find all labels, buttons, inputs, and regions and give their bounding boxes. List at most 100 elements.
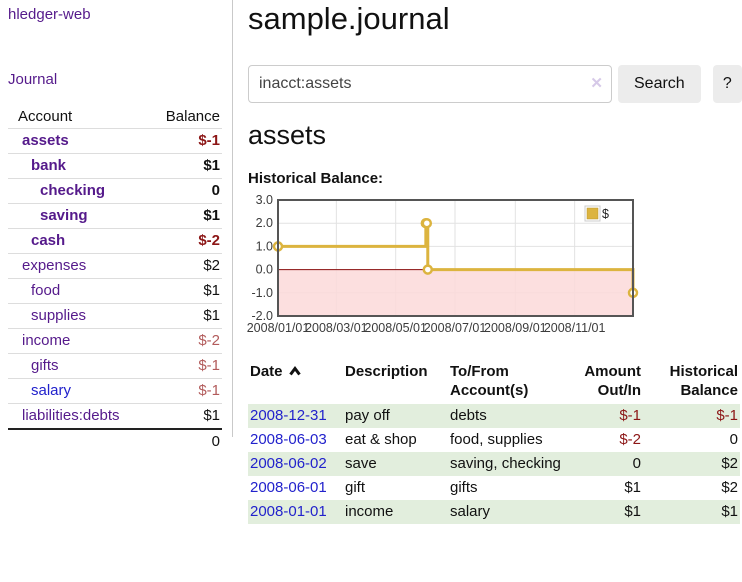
- account-balance: $-2: [143, 229, 222, 254]
- historical-balance-chart: $3.02.01.00.0-1.0-2.02008/01/012008/03/0…: [248, 198, 648, 344]
- register-date-cell: 2008-12-31: [248, 404, 343, 428]
- register-header-balance: Historical Balance: [643, 360, 740, 404]
- sort-ascending-icon: [288, 365, 302, 377]
- account-balance: $1: [143, 279, 222, 304]
- register-balance-cell: $1: [643, 500, 740, 524]
- date-link[interactable]: 2008-12-31: [250, 407, 327, 424]
- accounts-total-row: 0: [8, 429, 222, 454]
- account-link[interactable]: food: [31, 282, 60, 299]
- svg-text:2008/07/01: 2008/07/01: [424, 321, 487, 335]
- svg-text:2008/09/01: 2008/09/01: [484, 321, 547, 335]
- register-header-description: Description: [343, 360, 448, 404]
- account-row: salary $-1: [8, 379, 222, 404]
- register-table: Date Description To/From Account(s) Amou…: [248, 360, 740, 524]
- account-link[interactable]: liabilities:debts: [22, 407, 120, 424]
- account-balance: 0: [143, 179, 222, 204]
- account-link[interactable]: gifts: [31, 357, 59, 374]
- account-balance: $-1: [143, 379, 222, 404]
- app-title-link[interactable]: hledger-web: [8, 6, 91, 23]
- svg-text:0.0: 0.0: [256, 263, 273, 277]
- accounts-header-row: Account Balance: [8, 105, 222, 129]
- account-link[interactable]: checking: [40, 182, 105, 199]
- register-amount-cell: $1: [573, 500, 643, 524]
- register-row[interactable]: 2008-06-02savesaving, checking0$2: [248, 452, 740, 476]
- search-input[interactable]: [248, 65, 612, 103]
- register-balance-cell: $2: [643, 452, 740, 476]
- accounts-header-balance: Balance: [143, 105, 222, 129]
- account-balance: $-1: [143, 354, 222, 379]
- hledger-web-page: hledger-web Journal Account Balance asse…: [0, 0, 742, 582]
- account-balance: $1: [143, 304, 222, 329]
- register-balance-cell: $-1: [643, 404, 740, 428]
- register-description-cell: pay off: [343, 404, 448, 428]
- register-date-cell: 2008-06-02: [248, 452, 343, 476]
- register-row[interactable]: 2008-06-03eat & shopfood, supplies$-20: [248, 428, 740, 452]
- search-button[interactable]: Search: [618, 65, 701, 103]
- date-link[interactable]: 2008-06-03: [250, 431, 327, 448]
- svg-text:2.0: 2.0: [256, 216, 273, 230]
- account-balance: $1: [143, 154, 222, 179]
- account-row: income$-2: [8, 329, 222, 354]
- account-link[interactable]: assets: [22, 132, 69, 149]
- register-header-row: Date Description To/From Account(s) Amou…: [248, 360, 740, 404]
- account-link[interactable]: income: [22, 332, 70, 349]
- account-link[interactable]: expenses: [22, 257, 86, 274]
- register-balance-cell: 0: [643, 428, 740, 452]
- account-balance: $1: [143, 404, 222, 430]
- sidebar: hledger-web Journal Account Balance asse…: [0, 0, 233, 437]
- account-link[interactable]: supplies: [31, 307, 86, 324]
- account-row: food $1: [8, 279, 222, 304]
- register-row[interactable]: 2008-12-31pay offdebts$-1$-1: [248, 404, 740, 428]
- account-row: gifts $-1: [8, 354, 222, 379]
- register-amount-cell: $-1: [573, 404, 643, 428]
- page-title: sample.journal: [248, 0, 742, 38]
- register-date-cell: 2008-01-01: [248, 500, 343, 524]
- register-description-cell: eat & shop: [343, 428, 448, 452]
- register-row[interactable]: 2008-06-01 giftgifts$1$2: [248, 476, 740, 500]
- sidebar-item-journal[interactable]: Journal: [8, 71, 57, 88]
- account-balance: $2: [143, 254, 222, 279]
- account-row: assets$-1: [8, 129, 222, 154]
- svg-text:2008/05/01: 2008/05/01: [364, 321, 427, 335]
- account-row: expenses $2: [8, 254, 222, 279]
- date-link[interactable]: 2008-01-01: [250, 503, 327, 520]
- date-link[interactable]: 2008-06-01: [250, 479, 327, 496]
- account-link[interactable]: salary: [31, 382, 71, 399]
- register-description-cell: income: [343, 500, 448, 524]
- search-input-wrap: ✕: [248, 65, 612, 103]
- account-row: checking 0: [8, 179, 222, 204]
- register-header-date[interactable]: Date: [248, 360, 343, 404]
- register-amount-cell: $1: [573, 476, 643, 500]
- clear-search-icon[interactable]: ✕: [590, 74, 603, 94]
- svg-text:2008/03/01: 2008/03/01: [305, 321, 368, 335]
- svg-text:2008/11/01: 2008/11/01: [544, 321, 606, 335]
- svg-text:2008/01/01: 2008/01/01: [247, 321, 310, 335]
- help-button[interactable]: ?: [713, 65, 742, 103]
- account-row: cash $-2: [8, 229, 222, 254]
- account-row: saving $1: [8, 204, 222, 229]
- register-balance-cell: $2: [643, 476, 740, 500]
- svg-text:$: $: [602, 207, 609, 221]
- register-row[interactable]: 2008-01-01incomesalary$1$1: [248, 500, 740, 524]
- account-balance: $1: [143, 204, 222, 229]
- register-accounts-cell: saving, checking: [448, 452, 573, 476]
- accounts-table: Account Balance assets$-1bank$1checking0…: [8, 105, 222, 454]
- register-description-cell: gift: [343, 476, 448, 500]
- register-body: 2008-12-31pay offdebts$-1$-12008-06-03ea…: [248, 404, 740, 524]
- register-description-cell: save: [343, 452, 448, 476]
- account-link[interactable]: cash: [31, 232, 65, 249]
- date-link[interactable]: 2008-06-02: [250, 455, 327, 472]
- register-header-accounts: To/From Account(s): [448, 360, 573, 404]
- balance-chart: $3.02.01.00.0-1.0-2.02008/01/012008/03/0…: [248, 198, 648, 344]
- register-amount-cell: $-2: [573, 428, 643, 452]
- account-link[interactable]: bank: [31, 157, 66, 174]
- register-date-cell: 2008-06-01: [248, 476, 343, 500]
- register-date-cell: 2008-06-03: [248, 428, 343, 452]
- account-row: liabilities:debts $1: [8, 404, 222, 430]
- sidebar-accounts-body: assets$-1bank$1checking0saving$1cash$-2e…: [8, 129, 222, 430]
- account-row: bank $1: [8, 154, 222, 179]
- account-link[interactable]: saving: [40, 207, 88, 224]
- register-accounts-cell: debts: [448, 404, 573, 428]
- main-content: sample.journal ✕ Search ? assets Histori…: [248, 0, 742, 582]
- register-accounts-cell: gifts: [448, 476, 573, 500]
